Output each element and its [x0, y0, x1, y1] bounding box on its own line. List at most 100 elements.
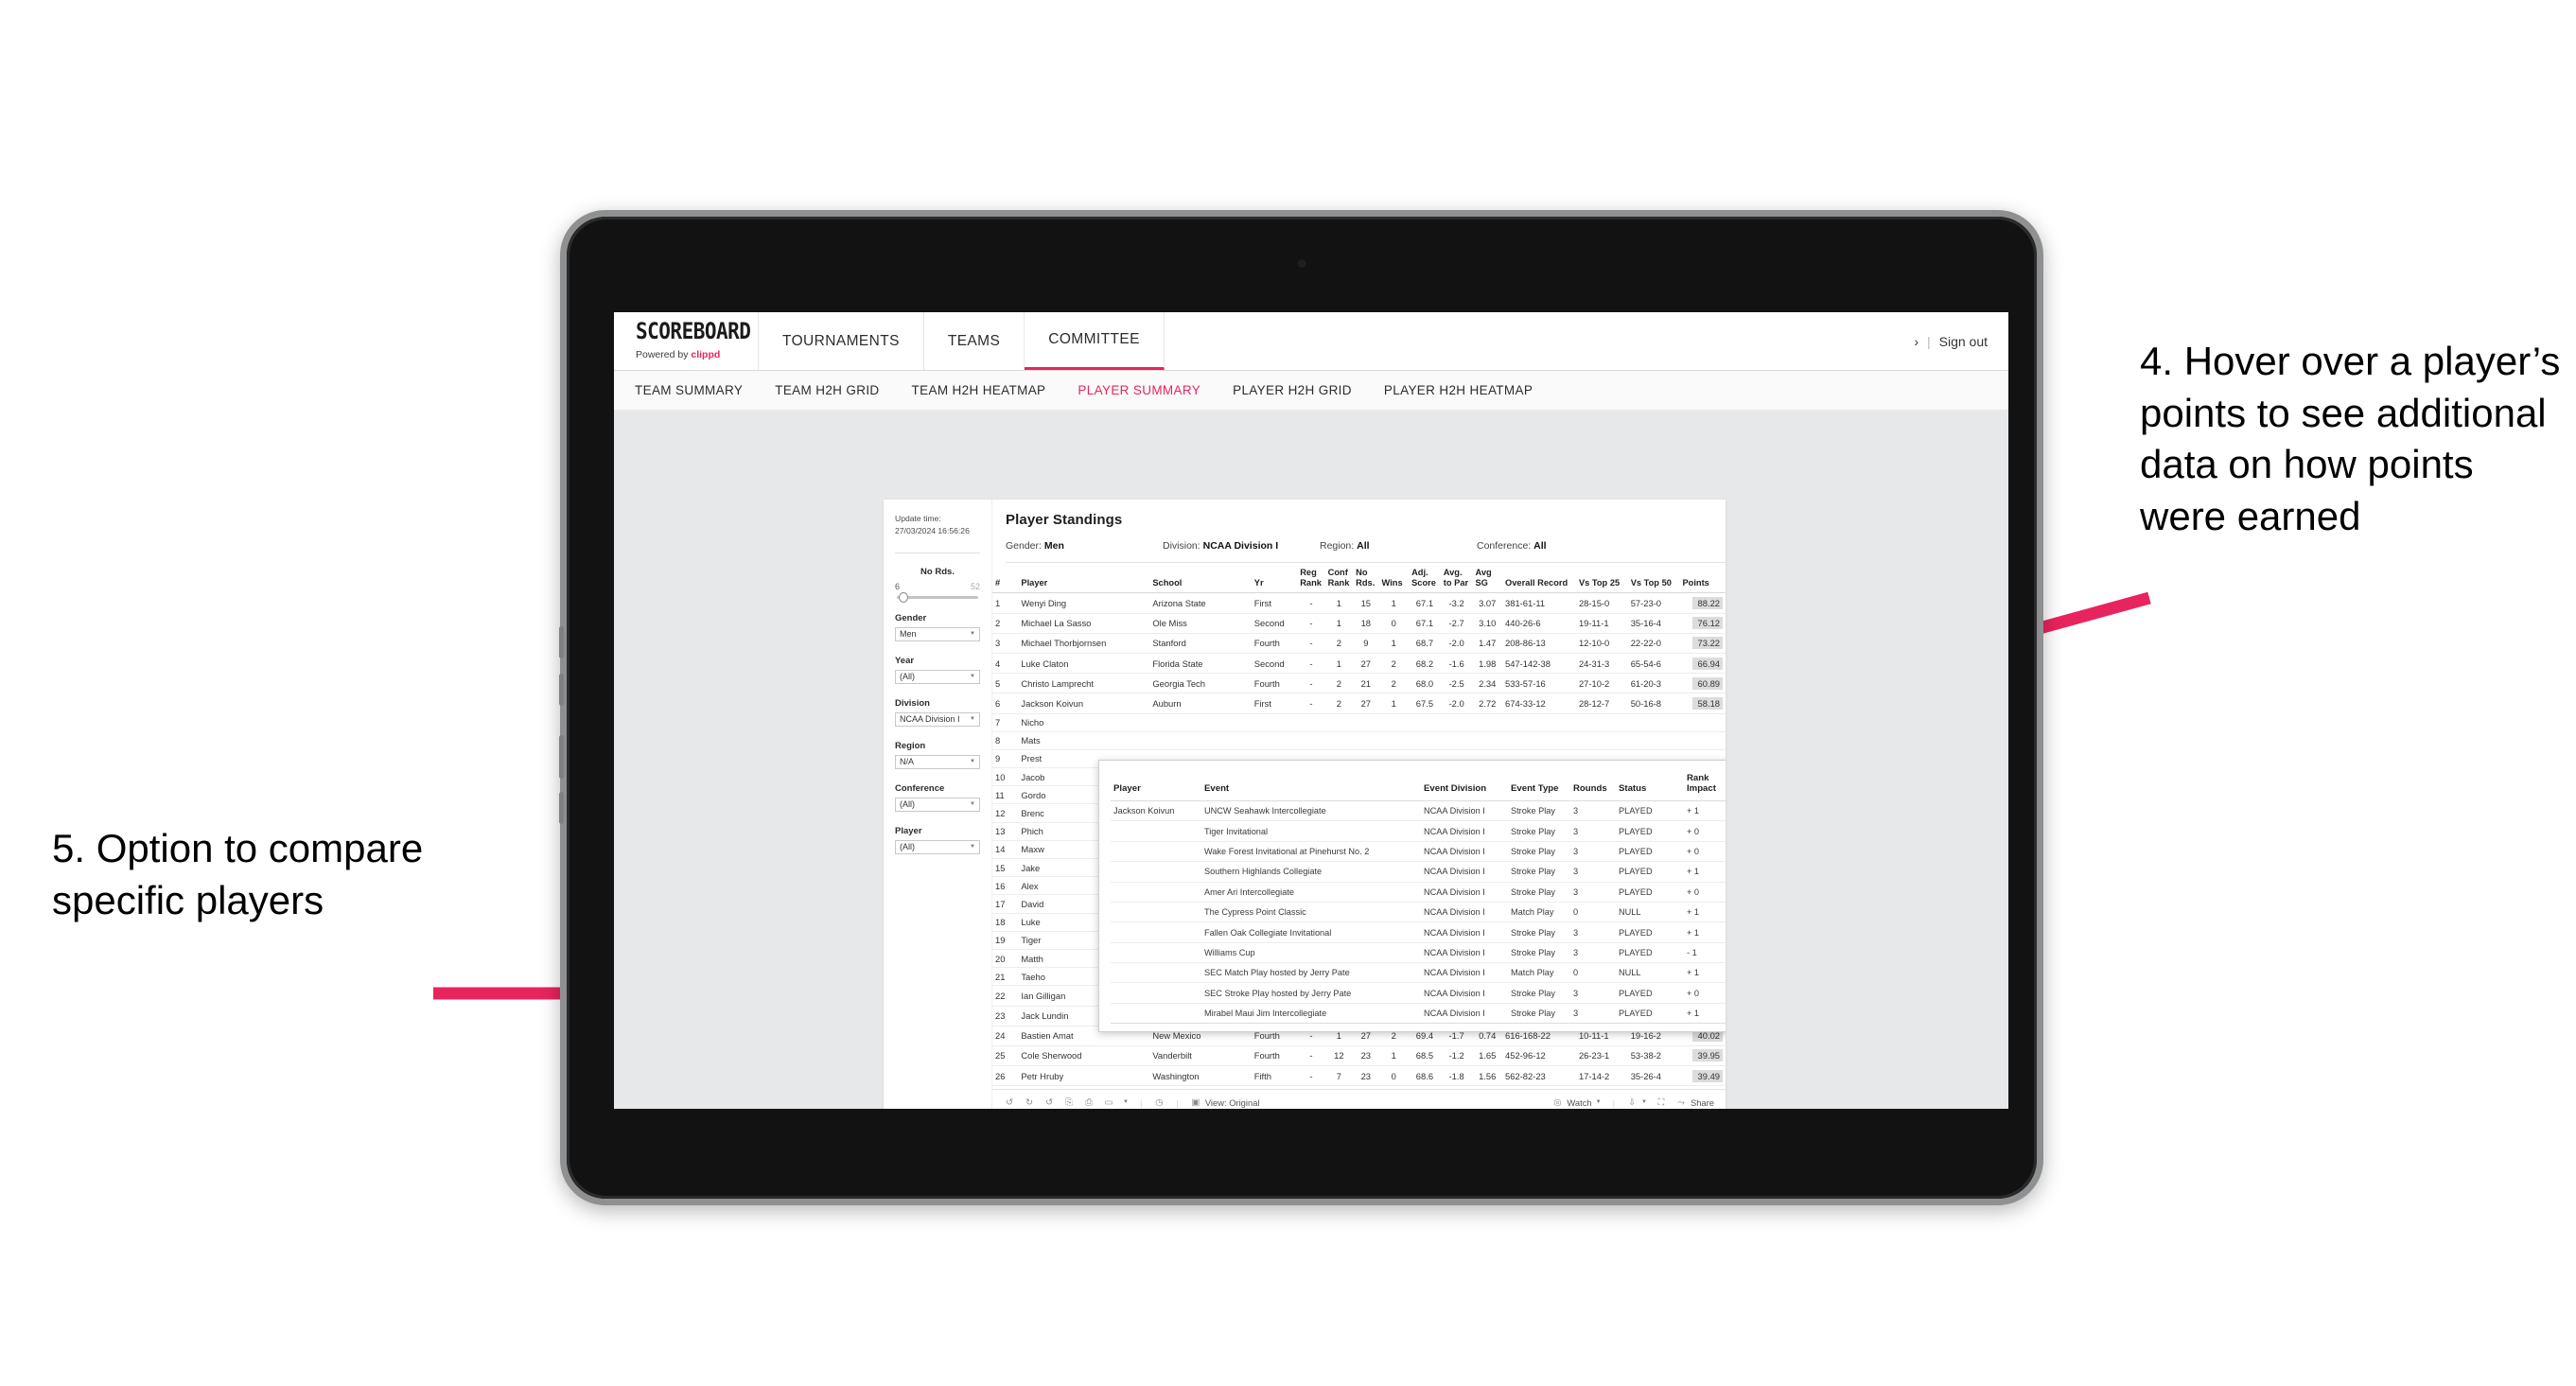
- filter-region-value: N/A: [900, 757, 915, 767]
- filter-gender-select[interactable]: Men ▼: [895, 626, 980, 641]
- slider-track[interactable]: [897, 591, 978, 603]
- points-cell[interactable]: 39.49: [1679, 1065, 1726, 1087]
- tooltip-row: Jackson Koivun UNCW Seahawk Intercollegia…: [1111, 800, 1726, 822]
- tab-player-h2h-heatmap[interactable]: PLAYER H2H HEATMAP: [1384, 383, 1533, 397]
- sign-out-link[interactable]: Sign out: [1939, 334, 1988, 349]
- no-rds-cell: 23: [1353, 1045, 1379, 1067]
- watch-button[interactable]: ◎ Watch ▼: [1551, 1097, 1601, 1108]
- reg-rank-cell: [1297, 731, 1325, 750]
- points-cell[interactable]: [1679, 731, 1726, 750]
- nav-item-committee[interactable]: COMMITTEE: [1025, 312, 1165, 370]
- vs-top-25-cell: 26-23-1: [1575, 1045, 1628, 1067]
- revert-icon[interactable]: ↺: [1043, 1097, 1055, 1108]
- vs-top-25-cell: 27-10-2: [1575, 673, 1628, 694]
- tab-team-summary[interactable]: TEAM SUMMARY: [635, 383, 743, 397]
- conf-rank-cell: [1324, 713, 1354, 732]
- tt-status-cell: PLAYED: [1616, 882, 1684, 903]
- filter-year-select[interactable]: (All) ▼: [895, 669, 980, 684]
- tooltip-row: SEC Stroke Play hosted by Jerry Pate NCAA…: [1111, 982, 1726, 1004]
- share-button[interactable]: ⤳ Share: [1675, 1097, 1714, 1108]
- volume-button-up[interactable]: [559, 626, 564, 658]
- tt-event-type-cell: Stroke Play: [1508, 861, 1570, 883]
- points-cell[interactable]: 73.22: [1679, 633, 1726, 654]
- standings-table-wrapper[interactable]: # Player School Yr Reg Rank Conf Rank No…: [992, 563, 1726, 1089]
- power-button[interactable]: [559, 735, 564, 779]
- col-points[interactable]: Points: [1679, 563, 1726, 594]
- col-rank[interactable]: #: [992, 563, 1019, 594]
- chevron-right-icon[interactable]: ›: [1914, 334, 1919, 349]
- filter-no-rounds-slider[interactable]: No Rds. 6 52: [895, 567, 980, 603]
- col-adj-score[interactable]: Adj. Score: [1409, 563, 1441, 594]
- front-camera-icon: [1297, 259, 1306, 268]
- filter-division-select[interactable]: NCAA Division I ▼: [895, 711, 980, 727]
- redo-icon[interactable]: ↻: [1024, 1097, 1035, 1108]
- points-cell[interactable]: 60.89: [1679, 673, 1726, 694]
- tt-rounds-cell: 3: [1570, 882, 1616, 903]
- table-row[interactable]: 4 Luke Claton Florida State Second -1 27 2 68.2…: [992, 653, 1726, 675]
- table-row[interactable]: 7 Nicho: [992, 713, 1726, 732]
- refresh-data-icon[interactable]: ⎘: [1063, 1097, 1075, 1108]
- table-row[interactable]: 25 Cole Sherwood Vanderbilt Fourth -12 23 1 68.…: [992, 1045, 1726, 1067]
- table-row[interactable]: 1 Wenyi Ding Arizona State First -1 15 1 67.1 -3…: [992, 592, 1726, 614]
- col-reg-rank[interactable]: Reg Rank: [1297, 563, 1325, 594]
- table-row[interactable]: 3 Michael Thorbjornsen Stanford Fourth -2 9 1 6…: [992, 633, 1726, 654]
- fullscreen-icon[interactable]: ⛶: [1656, 1097, 1667, 1108]
- vs-top-50-cell: 65-54-6: [1627, 653, 1680, 675]
- tab-team-h2h-heatmap[interactable]: TEAM H2H HEATMAP: [912, 383, 1046, 397]
- col-school[interactable]: School: [1149, 563, 1252, 594]
- filter-player-select[interactable]: (All) ▼: [895, 839, 980, 854]
- table-row[interactable]: 2 Michael La Sasso Ole Miss Second -1 18 0 67.1…: [992, 613, 1726, 634]
- col-wins[interactable]: Wins: [1378, 563, 1410, 594]
- table-row[interactable]: 5 Christo Lamprecht Georgia Tech Fourth -2 21…: [992, 673, 1726, 694]
- points-cell[interactable]: 39.95: [1679, 1045, 1726, 1067]
- overall-record-cell: [1502, 731, 1576, 750]
- col-no-rds[interactable]: No Rds.: [1353, 563, 1379, 594]
- volume-button-down[interactable]: [559, 674, 564, 706]
- filter-conference-select[interactable]: (All) ▼: [895, 797, 980, 812]
- col-avg-sg[interactable]: Avg SG: [1472, 563, 1503, 594]
- slider-handle[interactable]: [899, 591, 908, 603]
- tt-rounds-cell: 0: [1570, 962, 1616, 984]
- points-cell[interactable]: 58.18: [1679, 693, 1726, 714]
- col-overall-record[interactable]: Overall Record: [1502, 563, 1576, 594]
- wins-cell: 1: [1378, 633, 1410, 654]
- tab-player-h2h-grid[interactable]: PLAYER H2H GRID: [1233, 383, 1352, 397]
- col-vs-top-50[interactable]: Vs Top 50: [1627, 563, 1680, 594]
- pause-updates-icon[interactable]: ⎙: [1083, 1097, 1095, 1108]
- avg-to-par-cell: -1.2: [1440, 1045, 1473, 1067]
- tt-col-rank-impact: Rank Impact: [1684, 770, 1726, 802]
- device-layout-icon[interactable]: ▭: [1103, 1097, 1114, 1108]
- tt-event-cell: The Cypress Point Classic: [1201, 902, 1421, 923]
- avg-sg-cell: 1.65: [1472, 1045, 1503, 1067]
- filter-region-select[interactable]: N/A ▼: [895, 754, 980, 769]
- undo-icon[interactable]: ↺: [1004, 1097, 1015, 1108]
- scoreboard-logo[interactable]: SCOREBOARD Powered by clippd: [614, 312, 759, 370]
- col-year[interactable]: Yr: [1251, 563, 1298, 594]
- adj-score-cell: 67.1: [1409, 592, 1441, 614]
- tab-team-h2h-grid[interactable]: TEAM H2H GRID: [775, 383, 879, 397]
- col-conf-rank[interactable]: Conf Rank: [1324, 563, 1354, 594]
- points-cell[interactable]: 66.94: [1679, 653, 1726, 675]
- table-row[interactable]: 26 Petr Hruby Washington Fifth -7 23 0 68.6 -1.8…: [992, 1065, 1726, 1087]
- browser-screen: SCOREBOARD Powered by clippd TOURNAMENTS…: [614, 312, 2008, 1109]
- tt-player-cell: [1111, 861, 1201, 883]
- col-avg-to-par[interactable]: Avg. to Par: [1440, 563, 1473, 594]
- year-cell: Fourth: [1251, 1045, 1298, 1067]
- history-icon[interactable]: ◷: [1153, 1097, 1165, 1108]
- chevron-down-icon[interactable]: ▼: [1123, 1099, 1129, 1105]
- view-original-button[interactable]: ▣ View: Original: [1190, 1097, 1259, 1108]
- points-detail-tooltip: Player Event Event Division Event Type R…: [1098, 760, 1726, 1033]
- points-cell[interactable]: 88.22: [1679, 592, 1726, 614]
- table-row[interactable]: 6 Jackson Koivun Auburn First -2 27 1 67.5 -2.0 2…: [992, 693, 1726, 714]
- nav-item-teams[interactable]: TEAMS: [924, 312, 1025, 370]
- download-button[interactable]: ⇩ ▼: [1626, 1097, 1647, 1108]
- nav-item-tournaments[interactable]: TOURNAMENTS: [759, 312, 924, 370]
- points-cell[interactable]: [1679, 713, 1726, 732]
- col-vs-top-25[interactable]: Vs Top 25: [1575, 563, 1628, 594]
- col-player[interactable]: Player: [1018, 563, 1150, 594]
- tab-player-summary[interactable]: PLAYER SUMMARY: [1078, 383, 1200, 397]
- table-row[interactable]: 8 Mats: [992, 731, 1726, 750]
- side-button-extra[interactable]: [559, 792, 564, 824]
- no-rds-cell: 15: [1353, 592, 1379, 614]
- points-cell[interactable]: 76.12: [1679, 613, 1726, 634]
